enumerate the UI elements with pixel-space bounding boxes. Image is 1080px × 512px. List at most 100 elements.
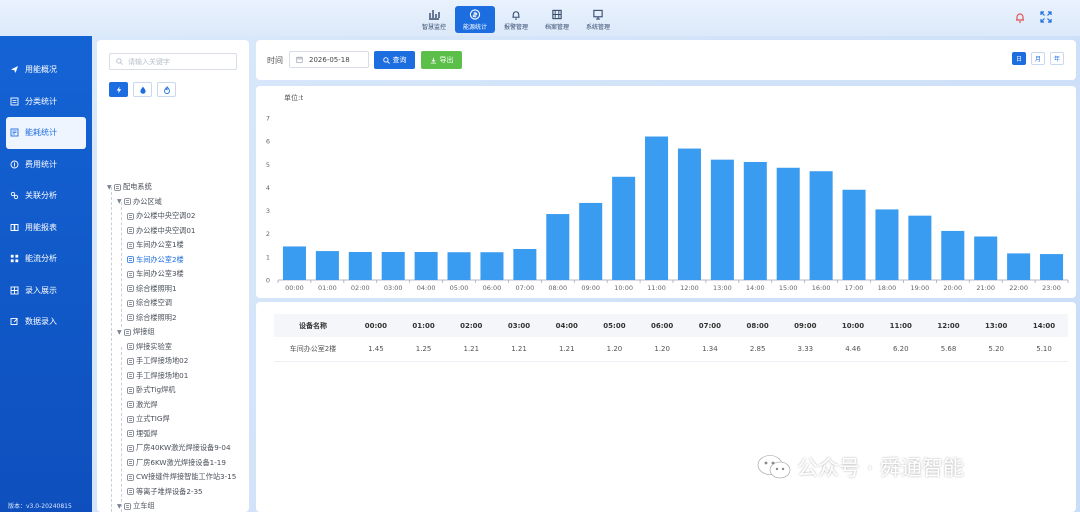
tree-node[interactable]: 综合楼照明1 [107, 282, 247, 297]
search-placeholder: 请输入关键字 [128, 57, 170, 66]
day-view-button[interactable]: 日 [1012, 52, 1026, 65]
chart-bar [513, 248, 537, 280]
calendar-icon [296, 56, 303, 63]
year-view-button[interactable]: 年 [1050, 52, 1064, 65]
time-label: 时间 [267, 56, 283, 65]
meter-icon [127, 372, 134, 380]
meter-icon [127, 256, 134, 264]
tree-node[interactable]: 焊接实验室 [107, 340, 247, 355]
table-header-cell: 06:00 [638, 314, 687, 337]
x-tick-label: 18:00 [878, 284, 897, 292]
energy-data-table: 设备名称 00:00 01:00 02:00 03:00 04:00 05:00 06:00 0… [274, 314, 1068, 362]
chart-panel: 单位:t 0 1 2 3 4 5 6 7 00:00 01:00 02:00 03:00 04:00 05:… [256, 86, 1076, 298]
tree-node[interactable]: ▼ 立车组 [107, 499, 247, 512]
tree-node[interactable]: 厂房6KW激光焊接设备1-19 [107, 456, 247, 471]
sidebar-item-2[interactable]: 分类统计 [0, 86, 92, 118]
electricity-button[interactable] [109, 82, 128, 97]
nav-smart-monitor[interactable]: 智慧监控 [414, 6, 454, 33]
sidebar-item-3[interactable]: 能耗统计 [6, 117, 86, 149]
meter-icon [127, 343, 134, 351]
date-picker[interactable]: 2026-05-18 [289, 51, 369, 68]
tree-node[interactable]: 厂房40KW激光焊接设备9-04 [107, 441, 247, 456]
water-button[interactable] [133, 82, 152, 97]
chart-bar [809, 171, 833, 280]
flow-icon [10, 255, 19, 263]
sidebar-item-8[interactable]: 录入展示 [0, 275, 92, 307]
bell-icon[interactable] [1014, 11, 1026, 23]
coin-icon [10, 160, 19, 169]
tree-node[interactable]: 车间办公室2楼 [107, 253, 247, 268]
chart-bar [381, 251, 405, 280]
sidebar-item-5[interactable]: 关联分析 [0, 180, 92, 212]
sidebar-item-label: 数据录入 [25, 317, 57, 327]
chart-bar [480, 252, 504, 280]
x-tick-label: 09:00 [581, 284, 600, 292]
tree-node[interactable]: 立式TIG焊 [107, 412, 247, 427]
chart-bar [282, 246, 306, 280]
tree-node-label: 焊接实验室 [136, 341, 172, 351]
meter-icon [127, 241, 134, 249]
export-button[interactable]: 导出 [421, 51, 462, 69]
month-view-button[interactable]: 月 [1031, 52, 1045, 65]
nav-energy-stats[interactable]: 能源统计 [455, 6, 495, 33]
sidebar: 用能概况 分类统计 能耗统计 费用统计 关联分析 用能报表 能流分析 录入展示 数据录入 版本：… [0, 36, 92, 512]
y-tick-label: 3 [266, 207, 270, 215]
x-tick-label: 03:00 [384, 284, 403, 292]
table-row[interactable]: 车间办公室2楼 1.45 1.25 1.21 1.21 1.21 1.20 1.20 1.34 2… [274, 337, 1068, 362]
sidebar-item-6[interactable]: 用能报表 [0, 212, 92, 244]
sidebar-item-label: 用能概况 [25, 65, 57, 75]
sidebar-item-4[interactable]: 费用统计 [0, 149, 92, 181]
tree-node[interactable]: 卧式Tig焊机 [107, 383, 247, 398]
sidebar-item-label: 分类统计 [25, 96, 57, 106]
sidebar-item-1[interactable]: 用能概况 [0, 54, 92, 86]
meter-icon [127, 386, 134, 394]
tree-node[interactable]: 手工焊接场地01 [107, 369, 247, 384]
nav-archive[interactable]: 档案管理 [537, 6, 577, 33]
tree-node[interactable]: 等离子堆焊设备2-35 [107, 485, 247, 500]
tree-node[interactable]: CW接缝件焊接智能工作站3-15 [107, 470, 247, 485]
search-icon [382, 56, 390, 64]
tree-node[interactable]: ▼ 配电系统 [107, 180, 247, 195]
tree-node[interactable]: 车间办公室3楼 [107, 267, 247, 282]
tree-node-label: 卧式Tig焊机 [136, 385, 176, 395]
chart-bar [1007, 253, 1031, 280]
tree-node[interactable]: 激光焊 [107, 398, 247, 413]
caret-down-icon[interactable]: ▼ [117, 329, 124, 336]
sidebar-item-7[interactable]: 能流分析 [0, 243, 92, 275]
tree-node[interactable]: ▼ 焊接组 [107, 325, 247, 340]
tree-node[interactable]: ▼ 办公区域 [107, 195, 247, 210]
tree-node[interactable]: 埋弧焊 [107, 427, 247, 442]
gas-button[interactable] [157, 82, 176, 97]
table-cell: 1.21 [495, 337, 543, 362]
tree-node[interactable]: 手工焊接场地02 [107, 354, 247, 369]
query-button[interactable]: 查询 [374, 51, 415, 69]
meter-icon [127, 299, 134, 307]
x-tick-label: 08:00 [548, 284, 567, 292]
table-cell: 2.85 [733, 337, 782, 362]
x-tick-label: 23:00 [1042, 284, 1061, 292]
nav-alarm[interactable]: 报警管理 [496, 6, 536, 33]
meter-icon [127, 444, 134, 452]
wechat-icon [757, 455, 791, 479]
archive-icon [552, 9, 562, 19]
nav-label: 系统管理 [585, 23, 610, 31]
tree-node[interactable]: 车间办公室1楼 [107, 238, 247, 253]
sidebar-item-9[interactable]: 数据录入 [0, 306, 92, 338]
tree-node[interactable]: 办公楼中央空调02 [107, 209, 247, 224]
nav-system[interactable]: 系统管理 [578, 6, 618, 33]
meter-icon [127, 314, 134, 322]
list-icon [10, 97, 19, 106]
tree-node[interactable]: 办公楼中央空调01 [107, 224, 247, 239]
nav-label: 能源统计 [462, 23, 487, 31]
tree-node[interactable]: 综合楼照明2 [107, 311, 247, 326]
tree-node-label: 办公楼中央空调01 [136, 225, 196, 235]
fullscreen-icon[interactable] [1040, 11, 1052, 23]
meter-icon [127, 488, 134, 496]
tree-node[interactable]: 综合楼空调 [107, 296, 247, 311]
x-tick-label: 15:00 [779, 284, 798, 292]
tree-search-input[interactable]: 请输入关键字 [109, 53, 237, 70]
lightning-icon [116, 86, 121, 93]
x-tick-label: 13:00 [713, 284, 732, 292]
table-cell: 1.20 [638, 337, 687, 362]
